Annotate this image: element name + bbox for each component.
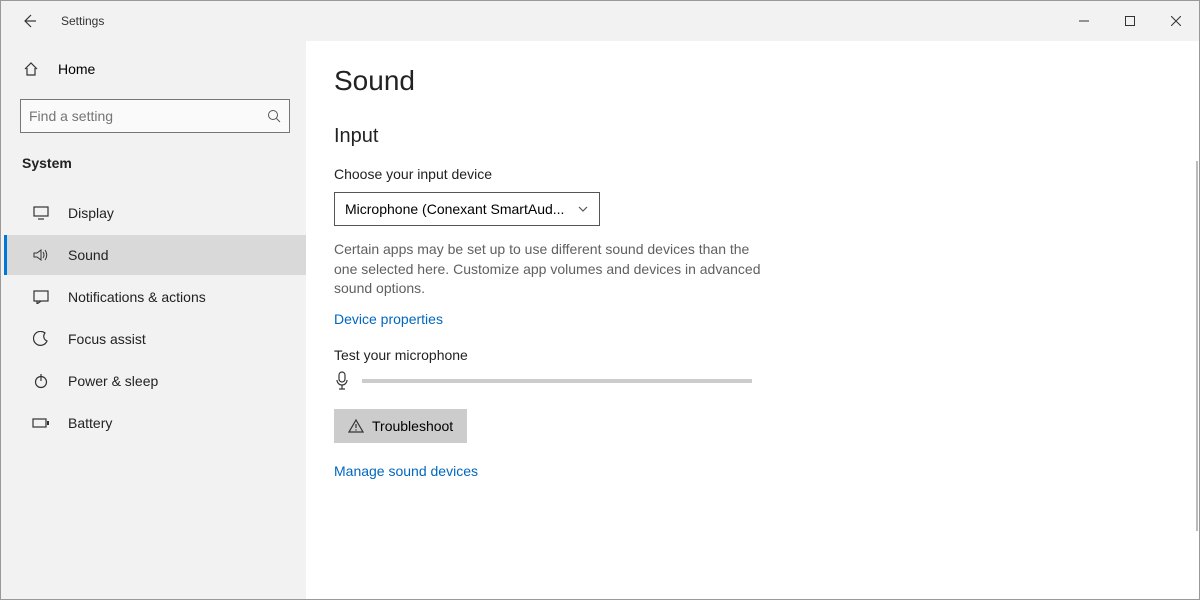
sidebar: Home System Display Sound — [1, 41, 306, 599]
home-icon — [22, 61, 40, 77]
home-nav[interactable]: Home — [20, 53, 290, 85]
back-arrow-icon[interactable] — [21, 13, 37, 29]
home-label: Home — [58, 61, 95, 77]
titlebar: Settings — [1, 1, 1199, 41]
search-icon — [267, 109, 281, 123]
device-properties-link[interactable]: Device properties — [334, 311, 443, 327]
focus-assist-icon — [32, 331, 50, 347]
sidebar-item-sound[interactable]: Sound — [4, 235, 306, 275]
power-icon — [32, 373, 50, 389]
sidebar-item-label: Focus assist — [68, 331, 146, 347]
settings-window: Settings Home — [0, 0, 1200, 600]
page-title: Sound — [334, 65, 1165, 97]
scrollbar[interactable] — [1196, 161, 1198, 531]
search-input[interactable] — [29, 108, 267, 124]
battery-icon — [32, 417, 50, 429]
test-mic-label: Test your microphone — [334, 347, 1165, 363]
main-content: Sound Input Choose your input device Mic… — [306, 41, 1199, 599]
mic-level-bar — [362, 379, 752, 383]
input-device-dropdown[interactable]: Microphone (Conexant SmartAud... — [334, 192, 600, 226]
input-description: Certain apps may be set up to use differ… — [334, 240, 774, 299]
dropdown-value: Microphone (Conexant SmartAud... — [345, 201, 564, 217]
sidebar-item-battery[interactable]: Battery — [4, 403, 306, 443]
display-icon — [32, 206, 50, 220]
search-box[interactable] — [20, 99, 290, 133]
sidebar-item-notifications[interactable]: Notifications & actions — [4, 277, 306, 317]
notifications-icon — [32, 290, 50, 304]
microphone-icon — [334, 371, 350, 391]
titlebar-left: Settings — [1, 13, 1061, 29]
content: Home System Display Sound — [1, 41, 1199, 599]
maximize-button[interactable] — [1107, 1, 1153, 41]
sidebar-item-label: Display — [68, 205, 114, 221]
window-title: Settings — [61, 14, 104, 28]
window-controls — [1061, 1, 1199, 41]
sound-icon — [32, 248, 50, 262]
manage-sound-devices-link[interactable]: Manage sound devices — [334, 463, 478, 479]
choose-input-label: Choose your input device — [334, 166, 1165, 182]
sidebar-item-display[interactable]: Display — [4, 193, 306, 233]
mic-test-row — [334, 371, 1165, 391]
close-button[interactable] — [1153, 1, 1199, 41]
sidebar-item-label: Sound — [68, 247, 108, 263]
chevron-down-icon — [577, 203, 589, 215]
category-label: System — [20, 155, 290, 171]
sidebar-item-label: Power & sleep — [68, 373, 158, 389]
sidebar-item-focus-assist[interactable]: Focus assist — [4, 319, 306, 359]
troubleshoot-button[interactable]: Troubleshoot — [334, 409, 467, 443]
warning-icon — [348, 419, 364, 433]
sidebar-item-power-sleep[interactable]: Power & sleep — [4, 361, 306, 401]
sidebar-item-label: Battery — [68, 415, 112, 431]
sidebar-item-label: Notifications & actions — [68, 289, 206, 305]
minimize-button[interactable] — [1061, 1, 1107, 41]
section-title: Input — [334, 125, 1165, 148]
troubleshoot-label: Troubleshoot — [372, 418, 453, 434]
